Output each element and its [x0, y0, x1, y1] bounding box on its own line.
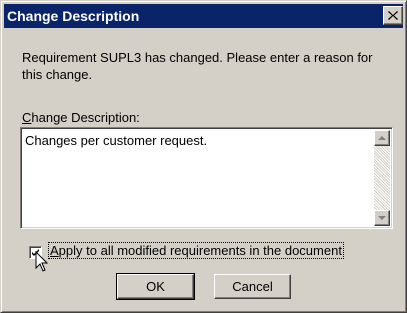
apply-to-all-label[interactable]: Apply to all modified requirements in th… — [48, 242, 344, 259]
change-description-label-accel: C — [22, 110, 32, 125]
change-description-dialog: Change Description Requirement SUPL3 has… — [0, 0, 407, 313]
scroll-down-arrow-icon — [378, 215, 386, 220]
cancel-button[interactable]: Cancel — [214, 274, 291, 299]
apply-to-all-label-accel: A — [50, 243, 59, 258]
textarea-scrollbar[interactable] — [374, 130, 390, 226]
title-bar[interactable]: Change Description — [4, 4, 403, 28]
change-description-value[interactable]: Changes per customer request. — [25, 133, 365, 148]
change-description-label: Change Description: — [22, 110, 140, 125]
scroll-up-arrow-icon — [378, 135, 386, 140]
mouse-pointer-icon — [35, 251, 49, 272]
change-description-textarea[interactable]: Changes per customer request. — [20, 127, 393, 229]
scroll-up-button[interactable] — [374, 130, 390, 146]
scroll-down-button[interactable] — [374, 210, 390, 226]
apply-to-all-label-rest: pply to all modified requirements in the… — [58, 243, 342, 258]
instruction-message: Requirement SUPL3 has changed. Please en… — [22, 50, 373, 82]
change-description-label-rest: hange Description: — [31, 110, 140, 125]
window-title: Change Description — [7, 8, 140, 24]
close-button[interactable] — [383, 6, 403, 25]
ok-button[interactable]: OK — [116, 273, 195, 300]
close-icon — [388, 11, 398, 20]
